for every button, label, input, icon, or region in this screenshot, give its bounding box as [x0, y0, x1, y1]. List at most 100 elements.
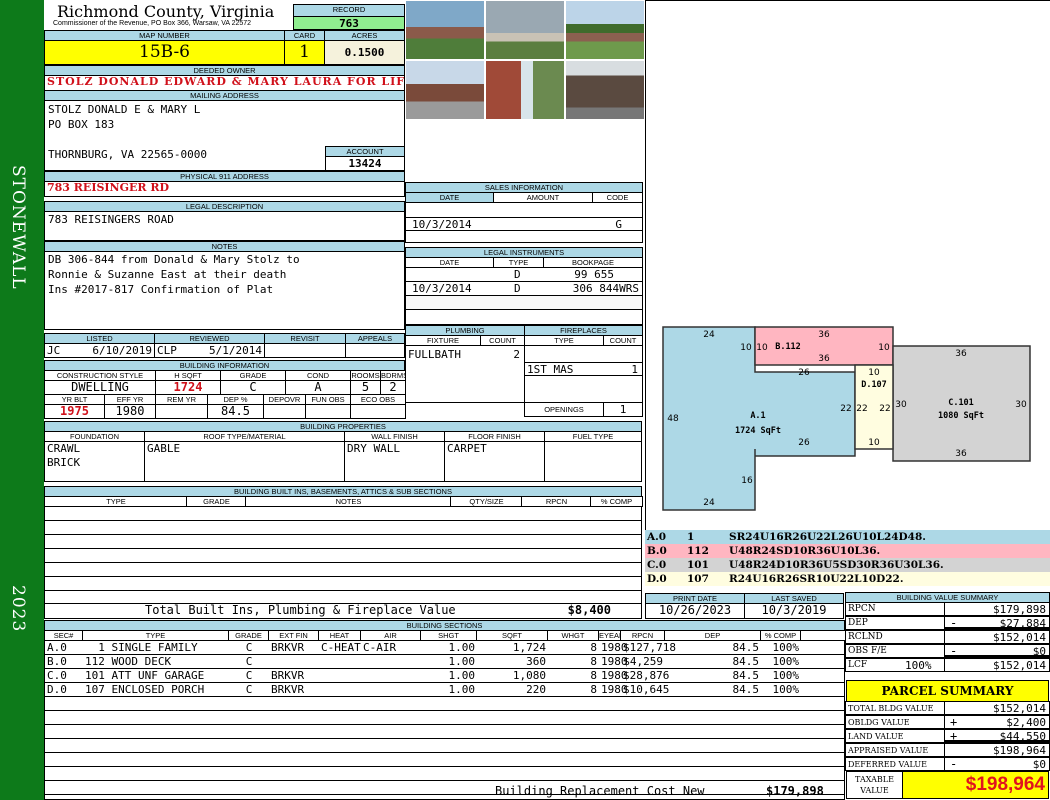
openings-count: 1 [603, 402, 643, 417]
property-photo[interactable] [565, 60, 645, 120]
section-dep: 84.5 [732, 641, 760, 654]
instrument-date: 10/3/2014 [412, 282, 472, 295]
section-a-label: A.1 [750, 411, 765, 421]
legend-path: U48R24D10R36U5SD30R36U30L36. [729, 559, 944, 571]
legal-description-box: 783 REISINGERS ROAD [44, 211, 405, 241]
value-summary-label: DEP [845, 616, 945, 630]
parcel-summary-label: OBLDG VALUE [845, 715, 945, 729]
parcel-summary-label: APPRAISED VALUE [845, 743, 945, 757]
section-sec: B.0 [47, 655, 67, 668]
dim: 24 [703, 498, 715, 508]
section-row[interactable]: B.0 112 WOOD DECK C 1.00 360 8 1980 $4,259 84.5 1… [45, 655, 844, 669]
section-sqft: 1,080 [512, 669, 546, 682]
instrument-bookpage: 99 655 [574, 268, 614, 281]
parcel-summary-value: $198,964 [944, 743, 1050, 757]
dim: 48 [667, 414, 679, 424]
note-line: Ronnie & Suzanne East at their death [48, 268, 287, 281]
dim: 10 [756, 343, 768, 353]
building-info-value: A [285, 380, 351, 395]
builtins-header: GRADE [186, 496, 247, 507]
property-photo[interactable] [565, 0, 645, 60]
section-sec: D.0 [47, 683, 67, 696]
property-photo[interactable] [485, 60, 565, 120]
section-grade: C [245, 669, 253, 682]
building-info-value [155, 404, 208, 419]
office-address: Commissioner of the Revenue, PO Box 366,… [53, 20, 252, 27]
parcel-summary-label: LAND VALUE [845, 729, 945, 743]
property-photo[interactable] [405, 60, 485, 120]
listed-by: JC [47, 344, 61, 357]
dim: 30 [895, 400, 907, 410]
builtins-total-row: Total Built Ins, Plumbing & Fireplace Va… [44, 603, 642, 619]
sketch-legend-row[interactable]: B.0 112 U48R24SD10R36U10L36. [645, 544, 1050, 558]
dim: 36 [955, 349, 967, 359]
building-info-value: DWELLING [44, 380, 156, 395]
sale-date: 10/3/2014 [412, 218, 472, 231]
section-shgt: 1.00 [448, 655, 476, 668]
sketch-legend-row[interactable]: D.0 107 R24U16R26SR10U22L10D22. [645, 572, 1050, 586]
building-info-value: 1980 [104, 404, 156, 419]
sketch-legend-row[interactable]: C.0 101 U48R24D10R36U5SD30R36U30L36. [645, 558, 1050, 572]
instrument-bookpage: 306 844WRS [572, 282, 639, 295]
section-whgt: 8 [590, 683, 597, 696]
section-shgt: 1.00 [448, 669, 476, 682]
building-info-value: C [220, 380, 286, 395]
plumbing-fixture: FULLBATH [408, 348, 461, 361]
value-summary-label: OBS F/E [845, 644, 945, 658]
map-number: 15B-6 [44, 40, 285, 65]
legend-section: D.0 [647, 573, 667, 585]
section-grade: C [245, 641, 253, 654]
legend-code: 1 [687, 531, 695, 543]
section-sec: C.0 [47, 669, 67, 682]
section-grade: C [245, 683, 253, 696]
section-ext: BRKVR [271, 641, 305, 654]
section-header: DEP [664, 630, 761, 641]
building-info-value: 84.5 [207, 404, 264, 419]
replacement-cost-value: $179,898 [766, 784, 824, 798]
section-sqft: 360 [526, 655, 546, 668]
sections-table: A.0 1 SINGLE FAMILY C BRKVR C-HEAT C-AIR 1.00… [44, 640, 845, 800]
building-sketch[interactable]: A.1 1724 SqFt B.112 C.101 1080 SqFt D.10… [645, 0, 1050, 530]
plumbing-table: FULLBATH 2 [405, 345, 525, 403]
revisit-value [264, 343, 346, 358]
section-row[interactable]: D.0 107 ENCLOSED PORCH C BRKVR 1.00 220 8 1980 $… [45, 683, 844, 697]
tax-year: 2023 [8, 585, 28, 633]
section-whgt: 8 [590, 641, 597, 654]
section-whgt: 8 [590, 669, 597, 682]
section-header: SQFT [476, 630, 548, 641]
builtins-total: $8,400 [567, 603, 611, 617]
section-sqft: 1,724 [512, 641, 546, 654]
sketch-legend-row[interactable]: A.0 1 SR24U16R26U22L26U10L24D48. [645, 530, 1050, 544]
section-rpcn: $28,876 [623, 669, 670, 682]
listed-date: 6/10/2019 [92, 344, 152, 357]
section-comp: 100% [772, 641, 800, 654]
section-header: SHGT [420, 630, 477, 641]
parcel-summary-title: PARCEL SUMMARY [846, 680, 1049, 702]
section-grade: C [245, 655, 253, 668]
building-info-value: 2 [380, 380, 406, 395]
print-date: 10/26/2023 [645, 603, 745, 619]
legend-path: U48R24SD10R36U10L36. [729, 545, 881, 557]
value-sign: - [950, 616, 958, 630]
appeals-value [345, 343, 405, 358]
building-info-value: 1724 [155, 380, 221, 395]
section-row[interactable]: A.0 1 SINGLE FAMILY C BRKVR C-HEAT C-AIR 1.00… [45, 641, 844, 655]
parcel-summary-value: $0 [944, 757, 1050, 771]
legend-code: 101 [687, 559, 709, 571]
section-eyear: 1980 [601, 655, 628, 668]
building-info-value: 5 [350, 380, 381, 395]
dim: 10 [878, 343, 890, 353]
property-photo[interactable] [485, 0, 565, 60]
floor-finish-value: CARPET [444, 441, 545, 482]
builtins-header: RPCN [521, 496, 592, 507]
section-eyear: 1980 [601, 669, 628, 682]
fireplace-table: 1ST MAS 1 [524, 345, 643, 403]
legal-description: 783 REISINGERS ROAD [48, 213, 174, 226]
value-summary-value: $179,898 [944, 602, 1050, 616]
fuel-type-value [544, 441, 642, 482]
property-photo[interactable] [405, 0, 485, 60]
legend-section: C.0 [647, 559, 667, 571]
section-row[interactable]: C.0 101 ATT UNF GARAGE C BRKVR 1.00 1,080 8 198… [45, 669, 844, 683]
card-number: 1 [284, 40, 325, 65]
section-ext: BRKVR [271, 683, 305, 696]
